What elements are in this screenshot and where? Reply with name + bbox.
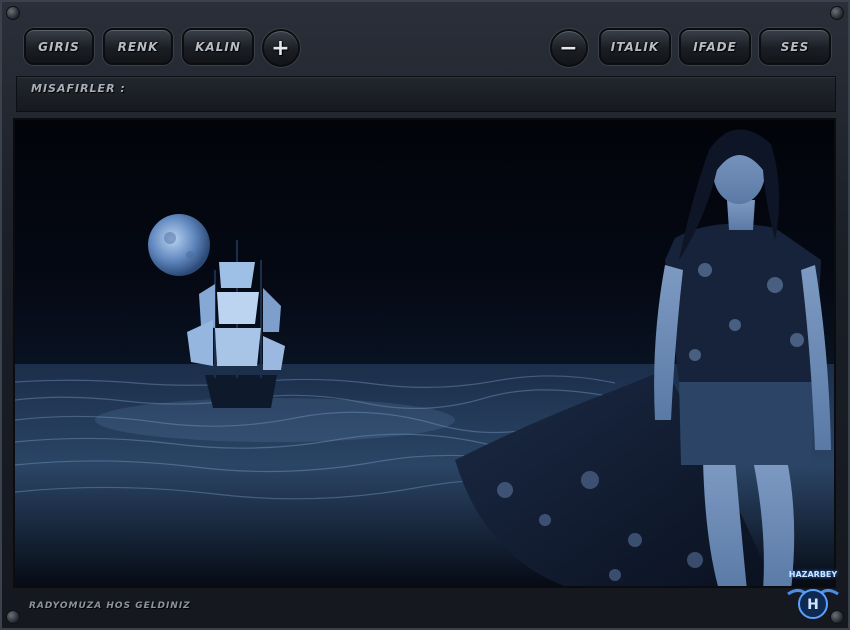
screw-icon: [6, 6, 20, 20]
brand-badge: HAZARBEY H: [784, 570, 842, 624]
brand-mark: H: [807, 597, 819, 613]
screw-icon: [6, 610, 20, 624]
ses-button[interactable]: SES: [759, 28, 831, 65]
ifade-button[interactable]: IFADE: [679, 28, 751, 65]
background-artwork: [13, 118, 836, 588]
welcome-marquee-text: RADYOMUZA HOS GELDINIZ: [29, 601, 191, 611]
giris-button[interactable]: GIRIS: [24, 28, 94, 65]
font-size-decrease-button[interactable]: −: [550, 29, 588, 67]
italik-button[interactable]: ITALIK: [599, 28, 671, 65]
font-size-increase-button[interactable]: +: [262, 29, 300, 67]
guest-list-bar: MISAFIRLER :: [16, 76, 836, 112]
woman-figure: [455, 129, 831, 586]
moon: [148, 214, 210, 276]
kalin-button[interactable]: KALIN: [182, 28, 254, 65]
screw-icon: [830, 6, 844, 20]
guest-list-label: MISAFIRLER :: [31, 82, 126, 95]
night-sea-illustration: [15, 129, 834, 586]
brand-name: HAZARBEY: [788, 570, 838, 579]
radio-panel-frame: GIRIS RENK KALIN + − ITALIK IFADE SES MI…: [0, 0, 850, 630]
renk-button[interactable]: RENK: [103, 28, 173, 65]
